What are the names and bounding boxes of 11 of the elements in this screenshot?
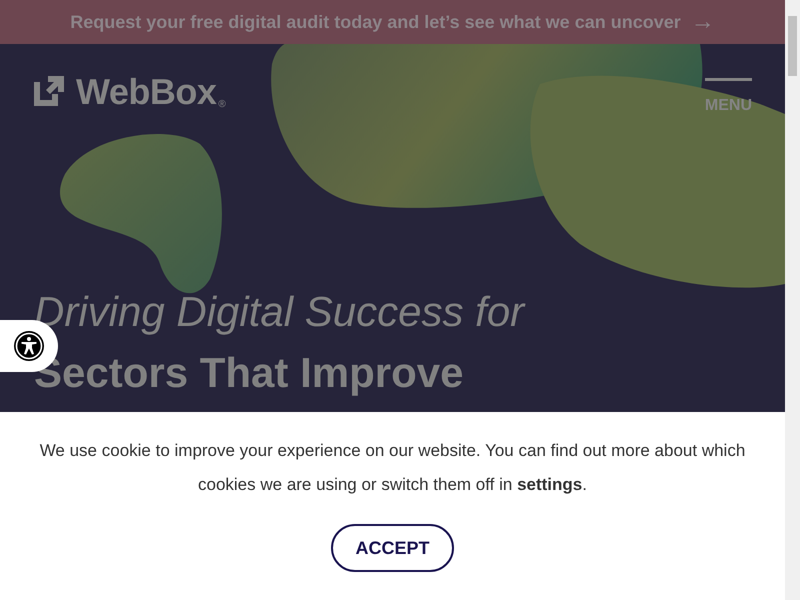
registered-mark: ® (218, 99, 226, 110)
accept-button[interactable]: ACCEPT (331, 524, 454, 572)
promo-banner[interactable]: Request your free digital audit today and let’s see what we can uncover → (0, 0, 785, 44)
scrollbar-thumb[interactable] (788, 16, 797, 76)
hero-heading: Driving Digital Success for (34, 287, 526, 338)
arrow-icon: → (690, 10, 715, 34)
cookie-text: We use cookie to improve your experience on our website. You can find out more about which cookies we are using or switch them off in settings. (38, 440, 746, 496)
promo-text: Request your free digital audit today and let’s see what we can uncover (70, 12, 681, 32)
logo-icon[interactable] (32, 74, 66, 108)
scrollbar[interactable] (785, 0, 800, 600)
logo-text[interactable]: WebBox (76, 74, 216, 110)
